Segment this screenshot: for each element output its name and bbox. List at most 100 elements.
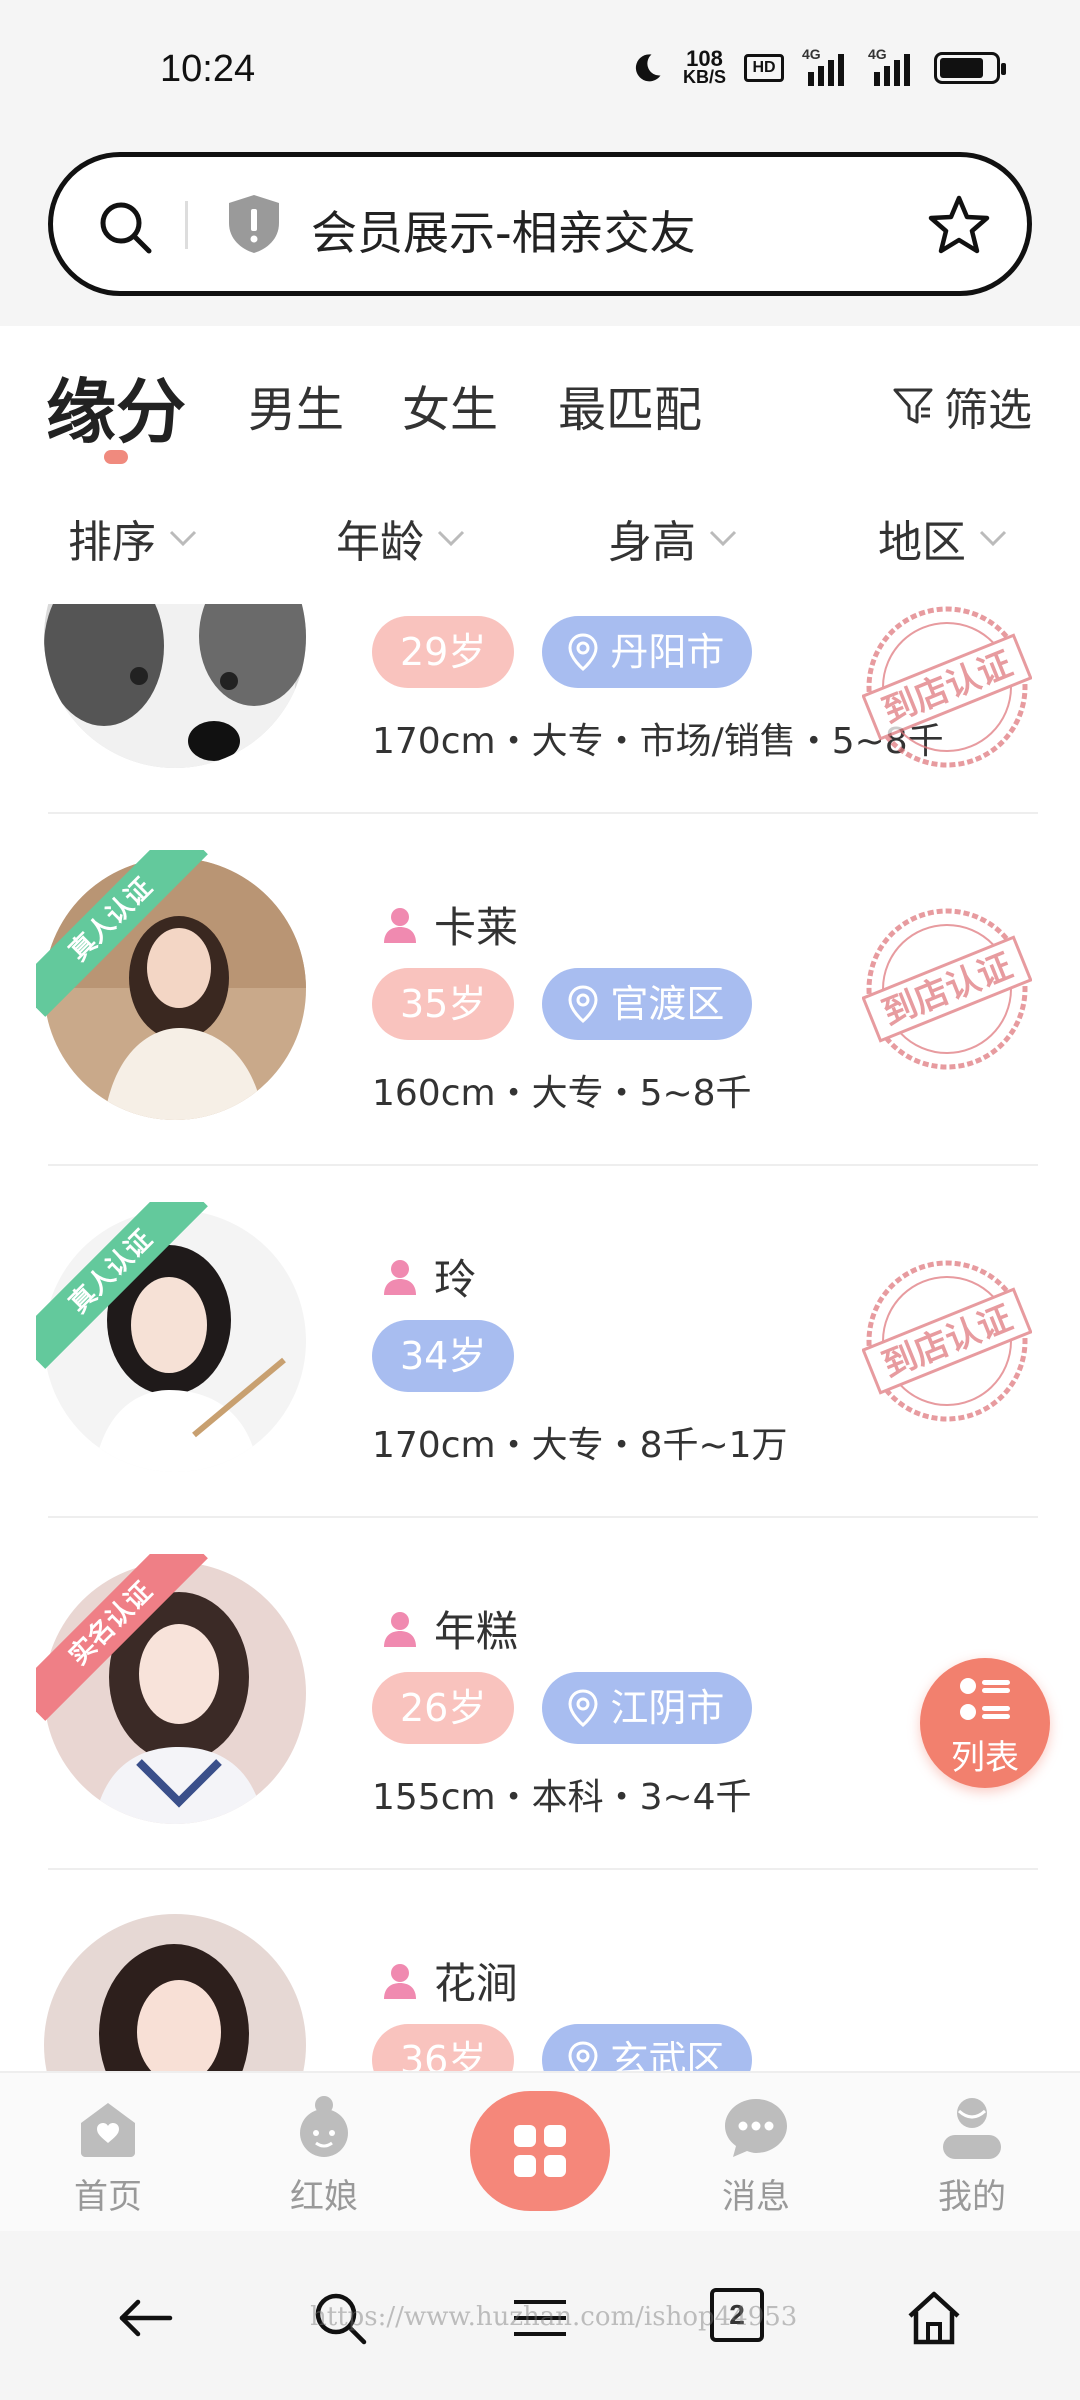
signal-icon-1: 4G [802, 46, 850, 86]
female-icon [384, 1963, 416, 1999]
member-info: 155cm・本科・3~4千 [372, 1777, 752, 1818]
category-tabs: 缘分 男生 女生 最匹配 筛选 [0, 326, 1080, 476]
age-tag: 29岁 [372, 616, 515, 688]
chevron-down-icon [709, 530, 737, 547]
watermark: https://www.huzhan.com/ishop44953 [310, 2302, 798, 2332]
member-list: 29岁 丹阳市 170cm・大专・市场/销售・5~8千 到店认证 真人认证 卡莱… [0, 604, 1080, 2071]
age-tag: 26岁 [372, 1672, 515, 1744]
avatar[interactable] [44, 604, 306, 768]
nav-center-button[interactable] [470, 2091, 610, 2211]
signal-icon-2: 4G [868, 46, 916, 86]
member-card[interactable]: 29岁 丹阳市 170cm・大专・市场/销售・5~8千 到店认证 [0, 604, 1080, 814]
tag-row: 26岁 江阴市 [372, 1672, 753, 1744]
member-card[interactable]: 真人认证 玲 34岁 170cm・大专・8千~1万 到店认证 [0, 1166, 1080, 1518]
avatar[interactable] [44, 1914, 306, 2071]
svg-text:到店认证: 到店认证 [877, 1298, 1018, 1386]
sort-height-dropdown[interactable]: 身高 [608, 506, 738, 570]
filter-label: 筛选 [944, 385, 1032, 436]
chevron-down-icon [979, 530, 1007, 547]
location-tag: 丹阳市 [542, 616, 753, 688]
tab-indicator [104, 450, 128, 464]
tag-row: 36岁 玄武区 [372, 2024, 753, 2071]
name-row: 年糕 [380, 1598, 518, 1659]
sort-region-dropdown[interactable]: 地区 [878, 506, 1008, 570]
main-content: 缘分 男生 女生 最匹配 筛选 排序 年龄 身高 地区 29岁 丹阳市 170c… [0, 326, 1080, 2071]
network-speed: 108 KB/S [682, 46, 726, 87]
tab-male[interactable]: 男生 [248, 370, 344, 440]
filter-icon [893, 388, 933, 424]
member-name: 卡莱 [434, 903, 519, 952]
status-time: 10:24 [160, 48, 256, 90]
sort-order-dropdown[interactable]: 排序 [68, 506, 198, 570]
location-tag: 官渡区 [542, 968, 753, 1040]
shield-icon[interactable] [225, 193, 283, 255]
battery-icon [934, 52, 1006, 84]
member-name: 年糕 [434, 1607, 519, 1656]
age-tag: 36岁 [372, 2024, 515, 2071]
age-tag: 34岁 [372, 1320, 515, 1392]
nav-home[interactable]: 首页 [38, 2093, 178, 2218]
avatar[interactable] [44, 858, 306, 1120]
tag-row: 35岁 官渡区 [372, 968, 753, 1040]
status-icons: 108 KB/S HD 4G 4G [629, 46, 1006, 87]
member-name: 花涧 [434, 1959, 519, 2008]
avatar[interactable] [44, 1562, 306, 1824]
sort-age-dropdown[interactable]: 年龄 [336, 506, 466, 570]
back-arrow-icon[interactable] [116, 2288, 176, 2348]
name-row: 卡莱 [380, 894, 518, 955]
search-icon[interactable] [95, 197, 155, 257]
filter-button[interactable]: 筛选 [892, 374, 1032, 438]
bottom-nav: 首页 红娘 消息 我的 [0, 2071, 1080, 2231]
grid-icon [514, 2125, 566, 2177]
moon-icon [635, 54, 661, 82]
nav-matchmaker[interactable]: 红娘 [254, 2093, 394, 2218]
location-tag: 江阴市 [542, 1672, 753, 1744]
location-pin-icon [568, 1689, 598, 1727]
member-info: 160cm・大专・5~8千 [372, 1073, 752, 1114]
sort-bar: 排序 年龄 身高 地区 [0, 506, 1080, 586]
female-icon [384, 1259, 416, 1295]
chevron-down-icon [437, 530, 465, 547]
store-verified-stamp: 到店认证 [862, 606, 1032, 768]
profile-icon [943, 2098, 1001, 2159]
star-icon[interactable] [927, 193, 991, 257]
page-title[interactable]: 会员展示-相亲交友 [311, 197, 696, 263]
member-card[interactable]: 实名认证 年糕 26岁 江阴市 155cm・本科・3~4千 [0, 1518, 1080, 1870]
nav-profile[interactable]: 我的 [902, 2093, 1042, 2218]
chevron-down-icon [169, 530, 197, 547]
name-row: 花涧 [380, 1950, 518, 2011]
divider [185, 201, 188, 249]
store-verified-stamp: 到店认证 [862, 908, 1032, 1070]
nav-messages[interactable]: 消息 [686, 2093, 826, 2218]
list-icon [960, 1678, 1010, 1720]
status-bar: 10:24 108 KB/S HD 4G 4G [0, 0, 1080, 140]
tag-row: 29岁 丹阳市 [372, 616, 753, 688]
svg-text:到店认证: 到店认证 [877, 644, 1018, 732]
tab-female[interactable]: 女生 [402, 370, 498, 440]
system-nav-bar: 2 https://www.huzhan.com/ishop44953 [0, 2232, 1080, 2400]
member-info: 170cm・大专・8千~1万 [372, 1425, 788, 1466]
location-pin-icon [568, 633, 598, 671]
tab-best-match[interactable]: 最匹配 [558, 370, 702, 440]
member-name: 玲 [434, 1255, 477, 1304]
member-info: 170cm・大专・市场/销售・5~8千 [372, 721, 944, 762]
home-icon[interactable] [904, 2288, 964, 2348]
svg-text:到店认证: 到店认证 [877, 946, 1018, 1034]
member-card[interactable]: 花涧 36岁 玄武区 [0, 1870, 1080, 2071]
address-bar[interactable]: 会员展示-相亲交友 [48, 152, 1032, 296]
list-view-label: 列表 [951, 1738, 1019, 1778]
location-tag: 玄武区 [542, 2024, 753, 2071]
avatar[interactable] [44, 1210, 306, 1472]
tab-fate[interactable]: 缘分 [46, 356, 186, 457]
member-card[interactable]: 真人认证 卡莱 35岁 官渡区 160cm・大专・5~8千 到店认证 [0, 814, 1080, 1166]
matchmaker-icon [300, 2096, 348, 2157]
location-pin-icon [568, 985, 598, 1023]
store-verified-stamp: 到店认证 [862, 1260, 1032, 1422]
age-tag: 35岁 [372, 968, 515, 1040]
list-view-button[interactable]: 列表 [920, 1658, 1050, 1788]
name-row: 玲 [380, 1246, 476, 1307]
hd-icon: HD [744, 54, 784, 82]
home-icon [81, 2103, 135, 2157]
tag-row: 34岁 [372, 1320, 515, 1392]
female-icon [384, 1611, 416, 1647]
